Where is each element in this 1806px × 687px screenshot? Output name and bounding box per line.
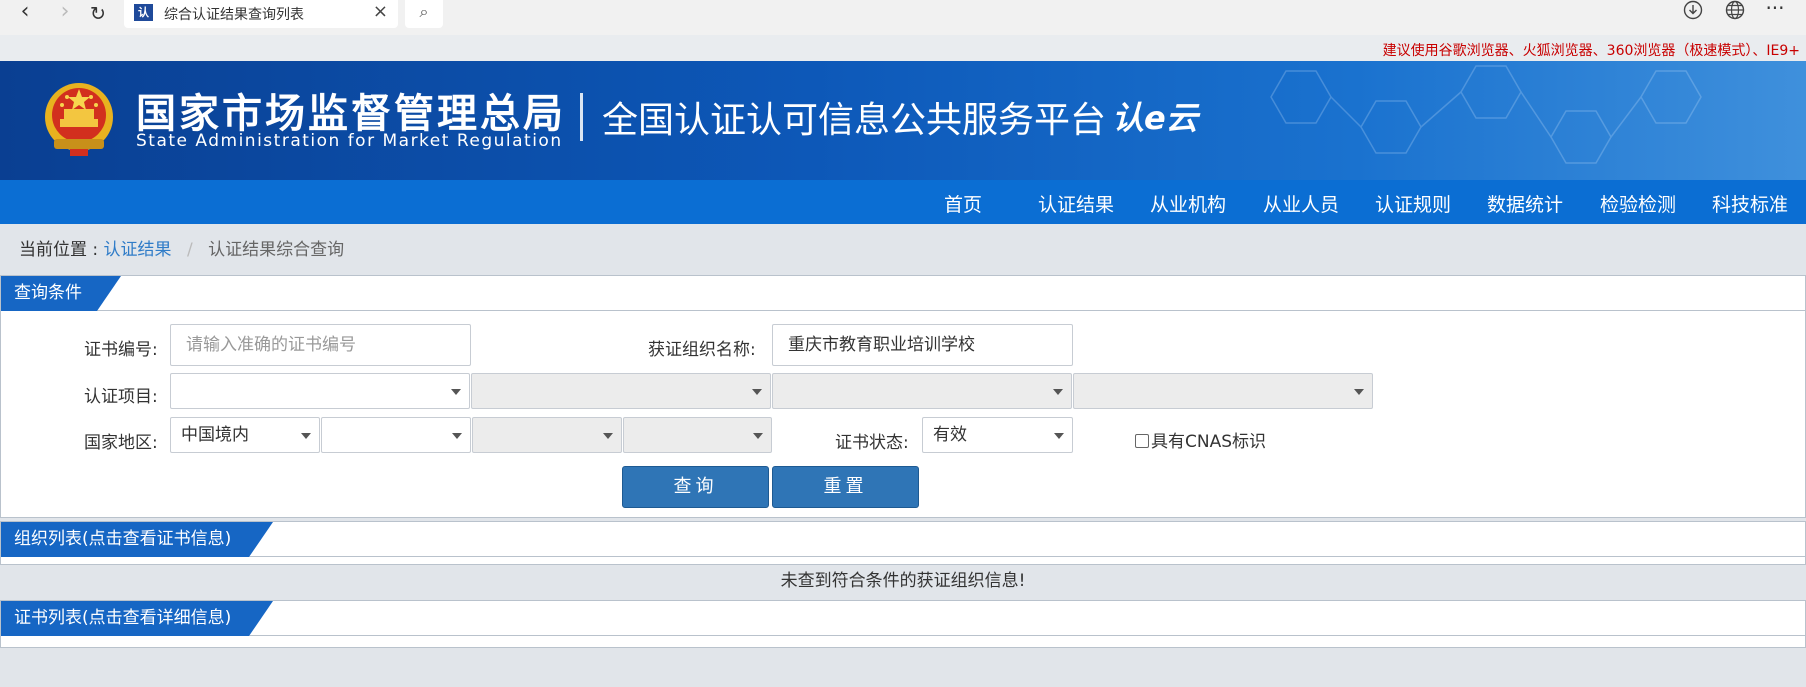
query-panel-title: 查询条件 [1,276,121,311]
cert-no-label: 证书编号: [84,340,158,360]
region-label: 国家地区: [84,433,158,453]
project-label: 认证项目: [84,387,158,407]
national-emblem-icon [45,83,113,156]
chevron-down-icon [1054,433,1064,439]
project-select-2[interactable] [471,373,771,409]
chevron-down-icon [301,433,311,439]
download-icon[interactable] [1678,0,1708,24]
cert-list-panel: 证书列表(点击查看详细信息) [0,600,1806,648]
hexagon-decoration [1270,65,1702,164]
agency-name-english: State Administration for Market Regulati… [136,131,563,151]
chevron-down-icon [1354,389,1364,395]
nav-personnel[interactable]: 从业人员 [1263,190,1339,217]
cnas-checkbox-label: 具有CNAS标识 [1151,432,1267,452]
breadcrumb-link-cert-results[interactable]: 认证结果 [104,240,172,260]
breadcrumb-current: 认证结果综合查询 [208,240,345,260]
nav-cert-results[interactable]: 认证结果 [1038,190,1114,217]
banner-divider [580,93,583,141]
region-select-value: 中国境内 [181,425,249,445]
search-button[interactable]: 查询 [622,466,769,508]
breadcrumb: 当前位置 : 认证结果 / 认证结果综合查询 [19,235,344,260]
org-list-panel: 组织列表(点击查看证书信息) [0,521,1806,565]
org-list-empty-message: 未查到符合条件的获证组织信息! [780,571,1026,591]
chevron-down-icon [451,389,461,395]
browser-tab[interactable]: 认 综合认证结果查询列表 × [124,0,398,28]
region-select[interactable]: 中国境内 [170,417,320,453]
checkbox-icon[interactable] [1135,434,1149,448]
breadcrumb-label: 当前位置 : [19,240,99,260]
cnas-checkbox[interactable]: 具有CNAS标识 [1135,427,1266,452]
chevron-down-icon [1053,389,1063,395]
cert-list-header: 证书列表(点击查看详细信息) [1,601,1805,636]
chevron-down-icon [753,433,763,439]
province-select[interactable] [321,417,471,453]
search-icon[interactable]: ⌕ [405,0,443,28]
nav-institutions[interactable]: 从业机构 [1150,190,1226,217]
org-name-label: 获证组织名称: [648,340,756,360]
tab-favicon: 认 [134,4,153,21]
nav-home[interactable]: 首页 [944,190,982,217]
chevron-down-icon [452,433,462,439]
close-icon[interactable]: × [373,1,388,22]
browser-toolbar: ‹ › ↻ 认 综合认证结果查询列表 × ⌕ ··· [0,0,1806,35]
project-select-3[interactable] [772,373,1072,409]
project-select-1[interactable] [170,373,470,409]
main-nav: 首页 认证结果 从业机构 从业人员 认证规则 数据统计 检验检测 科技标准 [0,180,1806,224]
browser-notice-bar: 建议使用谷歌浏览器、火狐浏览器、360浏览器（极速模式）、IE9+ [0,35,1806,61]
platform-title: 全国认证认可信息公共服务平台 [602,100,1107,141]
org-list-header: 组织列表(点击查看证书信息) [1,522,1805,557]
forward-icon[interactable]: › [50,0,80,28]
status-label: 证书状态: [835,433,909,453]
city-select[interactable] [472,417,622,453]
nav-tech-standards[interactable]: 科技标准 [1712,190,1788,217]
globe-icon[interactable] [1720,0,1750,24]
back-icon[interactable]: ‹ [10,0,40,28]
tab-title: 综合认证结果查询列表 [164,7,304,23]
status-select-value: 有效 [933,425,967,445]
nav-cert-rules[interactable]: 认证规则 [1375,190,1451,217]
status-select[interactable]: 有效 [922,417,1073,453]
more-icon[interactable]: ··· [1760,0,1790,20]
site-banner: 国家市场监督管理总局 State Administration for Mark… [0,61,1806,180]
refresh-icon[interactable]: ↻ [83,2,113,30]
query-panel-header: 查询条件 [1,276,1805,311]
org-list-title: 组织列表(点击查看证书信息) [1,522,273,557]
breadcrumb-separator: / [186,240,193,260]
district-select[interactable] [623,417,772,453]
brand-logo: 认e云 [1112,99,1198,137]
chevron-down-icon [752,389,762,395]
cert-no-input[interactable] [170,324,471,366]
project-select-4[interactable] [1073,373,1373,409]
org-name-input[interactable]: 重庆市教育职业培训学校 [772,324,1073,366]
nav-statistics[interactable]: 数据统计 [1487,190,1563,217]
nav-inspection[interactable]: 检验检测 [1600,190,1676,217]
reset-button[interactable]: 重置 [772,466,919,508]
chevron-down-icon [603,433,613,439]
cert-list-title: 证书列表(点击查看详细信息) [1,601,273,636]
browser-notice: 建议使用谷歌浏览器、火狐浏览器、360浏览器（极速模式）、IE9+ [1382,43,1800,59]
